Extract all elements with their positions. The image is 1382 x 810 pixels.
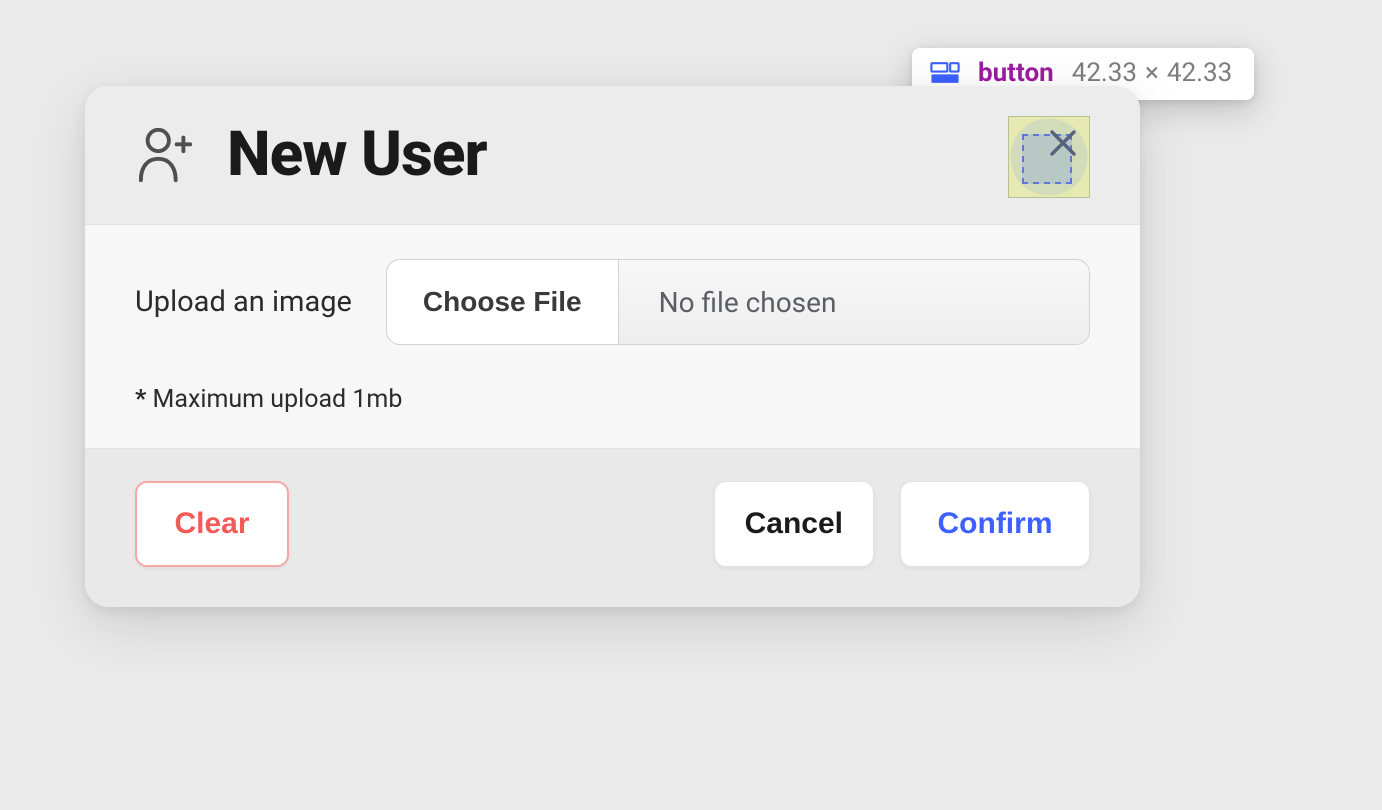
file-input[interactable]: Choose File No file chosen xyxy=(386,259,1090,345)
choose-file-button[interactable]: Choose File xyxy=(387,260,619,344)
new-user-dialog: New User Upload an image Choose File No … xyxy=(85,86,1140,607)
close-button[interactable] xyxy=(1042,122,1084,164)
layout-icon xyxy=(930,61,960,85)
file-status: No file chosen xyxy=(619,260,1089,344)
close-icon xyxy=(1048,128,1078,158)
dialog-title: New User xyxy=(227,124,487,186)
footer-right-group: Cancel Confirm xyxy=(714,481,1090,567)
tooltip-height: 42.33 xyxy=(1167,60,1232,86)
dialog-header: New User xyxy=(85,86,1140,225)
confirm-button[interactable]: Confirm xyxy=(900,481,1090,567)
hint-asterisk: * xyxy=(135,385,146,414)
tooltip-dimensions: 42.33 × 42.33 xyxy=(1072,60,1233,86)
dialog-body: Upload an image Choose File No file chos… xyxy=(85,225,1140,449)
hint-text: Maximum upload 1mb xyxy=(146,385,402,414)
upload-label: Upload an image xyxy=(135,285,352,319)
tooltip-separator: × xyxy=(1141,60,1163,86)
clear-button[interactable]: Clear xyxy=(135,481,289,567)
tooltip-width: 42.33 xyxy=(1072,60,1137,86)
dialog-footer: Clear Cancel Confirm xyxy=(85,449,1140,607)
user-plus-icon xyxy=(135,126,197,184)
cancel-button[interactable]: Cancel xyxy=(714,481,874,567)
upload-row: Upload an image Choose File No file chos… xyxy=(135,259,1090,345)
upload-hint: * Maximum upload 1mb xyxy=(135,385,1090,414)
tooltip-element-tag: button xyxy=(978,60,1054,86)
